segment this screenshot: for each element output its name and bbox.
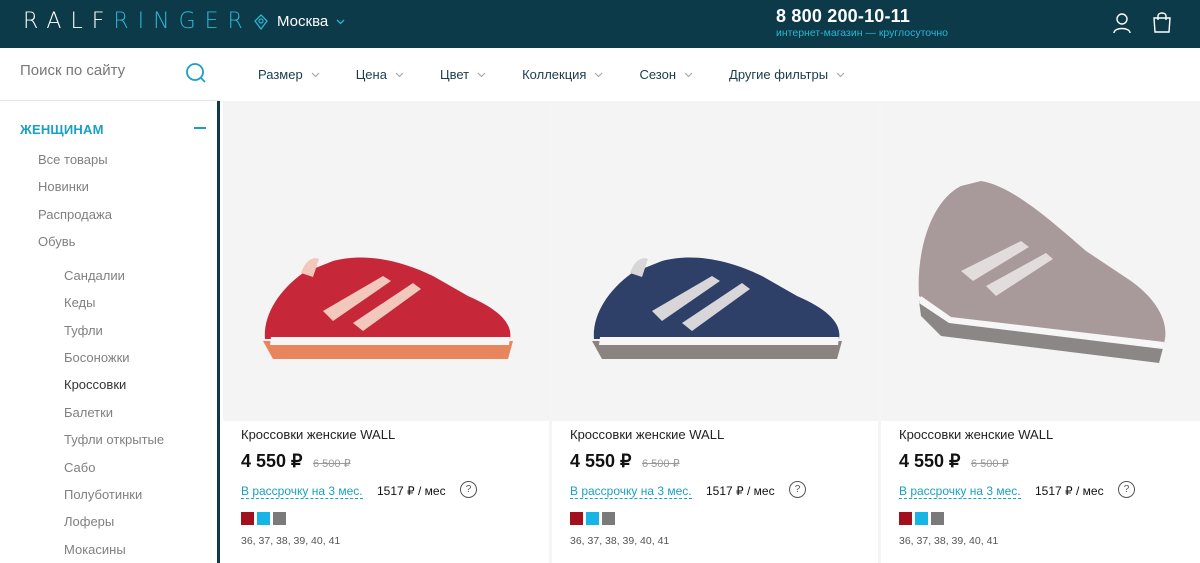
chevron-down-icon bbox=[395, 72, 404, 77]
help-icon[interactable]: ? bbox=[1118, 481, 1135, 498]
installment-link[interactable]: В рассрочку на 3 мес. bbox=[570, 484, 692, 499]
phone-number[interactable]: 8 800 200-10-11 bbox=[776, 6, 910, 27]
color-swatch-gray[interactable] bbox=[931, 512, 944, 525]
chevron-down-icon bbox=[684, 72, 693, 77]
product-price: 4 550 ₽ bbox=[570, 451, 632, 471]
filter-color[interactable]: Цвет bbox=[440, 67, 486, 82]
product-title[interactable]: Кроссовки женские WALL bbox=[241, 427, 395, 442]
sidebar-subitem-bosonozhki[interactable]: Босоножки bbox=[64, 350, 130, 365]
product-title[interactable]: Кроссовки женские WALL bbox=[899, 427, 1053, 442]
cart-icon[interactable] bbox=[1152, 11, 1172, 33]
logo-part-right: RINGER bbox=[113, 9, 252, 34]
installment-link[interactable]: В рассрочку на 3 мес. bbox=[241, 484, 363, 499]
logo-part-left: RALF bbox=[23, 9, 114, 34]
sidebar-item-all[interactable]: Все товары bbox=[38, 152, 108, 167]
product-card[interactable]: Кроссовки женские WALL 4 550 ₽ 6 500 ₽ В… bbox=[223, 101, 549, 563]
sidebar: ЖЕНЩИНАМ Все товары Новинки Распродажа О… bbox=[0, 101, 220, 563]
sidebar-subitem-tufli[interactable]: Туфли bbox=[64, 323, 103, 338]
filter-price[interactable]: Цена bbox=[356, 67, 404, 82]
top-header: RALFRINGER Москва 8 800 200-10-11 интерн… bbox=[0, 0, 1200, 48]
sidebar-subitem-baletki[interactable]: Балетки bbox=[64, 405, 113, 420]
product-title[interactable]: Кроссовки женские WALL bbox=[570, 427, 724, 442]
product-old-price: 6 500 ₽ bbox=[971, 458, 1009, 470]
sidebar-subitem-sneakers[interactable]: Кроссовки bbox=[64, 377, 126, 392]
filter-label: Цена bbox=[355, 67, 387, 82]
sidebar-item-shoes[interactable]: Обувь bbox=[38, 234, 75, 249]
sidebar-subitem-polubotinki[interactable]: Полуботинки bbox=[64, 487, 142, 502]
sidebar-subitem-open-shoes[interactable]: Туфли открытые bbox=[64, 432, 164, 447]
color-swatch-blue[interactable] bbox=[257, 512, 270, 525]
shoe-body bbox=[593, 257, 840, 339]
color-swatch-gray[interactable] bbox=[273, 512, 286, 525]
filter-other[interactable]: Другие фильтры bbox=[729, 67, 845, 82]
filter-label: Другие фильтры bbox=[729, 67, 829, 82]
product-sizes: 36, 37, 38, 39, 40, 41 bbox=[241, 535, 341, 547]
color-swatch-blue[interactable] bbox=[586, 512, 599, 525]
product-sizes: 36, 37, 38, 39, 40, 41 bbox=[899, 535, 999, 547]
product-price: 4 550 ₽ bbox=[241, 451, 303, 471]
monthly-payment: 1517 ₽ / мес bbox=[1035, 484, 1104, 498]
product-image[interactable] bbox=[223, 101, 549, 421]
filter-size[interactable]: Размер bbox=[258, 67, 320, 82]
location-icon bbox=[254, 13, 268, 30]
city-selector[interactable]: Москва bbox=[254, 13, 354, 30]
search-input[interactable] bbox=[20, 62, 180, 79]
color-swatch-gray[interactable] bbox=[602, 512, 615, 525]
chevron-down-icon bbox=[477, 72, 486, 77]
color-swatch-red[interactable] bbox=[241, 512, 254, 525]
sidebar-item-sale[interactable]: Распродажа bbox=[38, 207, 112, 222]
search-bar bbox=[0, 48, 220, 101]
filter-collection[interactable]: Коллекция bbox=[522, 67, 603, 82]
sneaker-image bbox=[592, 257, 842, 359]
sneaker-image bbox=[918, 181, 1166, 363]
color-swatch-red[interactable] bbox=[570, 512, 583, 525]
product-card[interactable]: Кроссовки женские WALL 4 550 ₽ 6 500 ₽ В… bbox=[881, 101, 1200, 563]
chevron-down-icon bbox=[336, 19, 345, 24]
filter-bar: Размер Цена Цвет Коллекция Сезон Другие … bbox=[220, 48, 1200, 101]
chevron-down-icon bbox=[311, 72, 320, 77]
search-icon[interactable] bbox=[185, 62, 207, 84]
product-old-price: 6 500 ₽ bbox=[313, 458, 351, 470]
color-swatch-blue[interactable] bbox=[915, 512, 928, 525]
sidebar-subitem-sandals[interactable]: Сандалии bbox=[64, 268, 125, 283]
filter-label: Цвет bbox=[439, 67, 470, 82]
chevron-down-icon bbox=[836, 72, 845, 77]
filter-label: Коллекция bbox=[522, 67, 587, 82]
filter-label: Размер bbox=[258, 67, 303, 82]
sidebar-subitem-sabo[interactable]: Сабо bbox=[64, 460, 95, 475]
collapse-icon[interactable] bbox=[194, 127, 206, 129]
installment-link[interactable]: В рассрочку на 3 мес. bbox=[899, 484, 1021, 499]
monthly-payment: 1517 ₽ / мес bbox=[706, 484, 775, 498]
product-price: 4 550 ₽ bbox=[899, 451, 961, 471]
chevron-down-icon bbox=[595, 72, 603, 77]
color-swatch-red[interactable] bbox=[899, 512, 912, 525]
product-old-price: 6 500 ₽ bbox=[642, 458, 680, 470]
product-sizes: 36, 37, 38, 39, 40, 41 bbox=[570, 535, 670, 547]
sidebar-subitem-keds[interactable]: Кеды bbox=[64, 295, 95, 310]
help-icon[interactable]: ? bbox=[789, 481, 806, 498]
shoe-body bbox=[264, 257, 511, 339]
sidebar-subitem-moccasins[interactable]: Мокасины bbox=[64, 542, 126, 557]
phone-subtitle: интернет-магазин — круглосуточно bbox=[776, 27, 948, 39]
filter-label: Сезон bbox=[639, 67, 677, 82]
sneaker-image bbox=[263, 257, 513, 359]
sidebar-item-new[interactable]: Новинки bbox=[38, 179, 89, 194]
user-icon[interactable] bbox=[1112, 12, 1132, 34]
filter-season[interactable]: Сезон bbox=[639, 67, 693, 82]
monthly-payment: 1517 ₽ / мес bbox=[377, 484, 446, 498]
product-image[interactable] bbox=[552, 101, 878, 421]
category-heading[interactable]: ЖЕНЩИНАМ bbox=[20, 122, 104, 137]
help-icon[interactable]: ? bbox=[460, 481, 477, 498]
sidebar-subitem-loafers[interactable]: Лоферы bbox=[64, 514, 114, 529]
product-card[interactable]: Кроссовки женские WALL 4 550 ₽ 6 500 ₽ В… bbox=[552, 101, 878, 563]
city-label: Москва bbox=[277, 13, 329, 30]
product-image[interactable] bbox=[881, 101, 1200, 421]
logo[interactable]: RALFRINGER bbox=[23, 9, 252, 34]
